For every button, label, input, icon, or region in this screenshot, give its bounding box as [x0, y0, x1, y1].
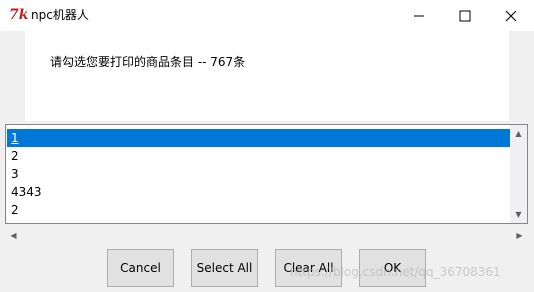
list-items: 1 2 3 4343 2 — [7, 129, 512, 219]
list-item[interactable]: 3 — [7, 165, 512, 183]
close-icon — [505, 10, 517, 22]
scroll-left-icon[interactable]: ◀ — [5, 227, 22, 244]
item-listbox[interactable]: 1 2 3 4343 2 ▲ ▼ — [5, 124, 528, 224]
app-icon: 7k — [9, 7, 29, 23]
window-title: npc机器人 — [31, 8, 89, 22]
list-item[interactable]: 2 — [7, 147, 512, 165]
list-item[interactable]: 1 — [7, 129, 512, 147]
list-item[interactable]: 4343 — [7, 183, 512, 201]
minimize-icon — [414, 15, 424, 17]
horizontal-scrollbar[interactable]: ◀ ▶ — [5, 227, 528, 244]
close-button[interactable] — [488, 0, 534, 31]
cancel-button[interactable]: Cancel — [107, 249, 174, 287]
prompt-message: 请勾选您要打印的商品条目 -- 767条 — [50, 55, 246, 69]
watermark: https://blog.csdn.net/qq_36708361 — [290, 265, 501, 279]
scroll-right-icon[interactable]: ▶ — [511, 227, 528, 244]
maximize-icon — [459, 10, 471, 22]
message-area: 请勾选您要打印的商品条目 -- 767条 — [25, 31, 509, 121]
scroll-up-icon[interactable]: ▲ — [510, 125, 527, 142]
scroll-down-icon[interactable]: ▼ — [510, 206, 527, 223]
maximize-button[interactable] — [442, 0, 488, 31]
vertical-scrollbar[interactable]: ▲ ▼ — [510, 125, 527, 223]
select-all-button[interactable]: Select All — [191, 249, 258, 287]
minimize-button[interactable] — [396, 0, 442, 31]
list-item[interactable]: 2 — [7, 201, 512, 219]
title-bar: 7k npc机器人 — [0, 0, 534, 31]
